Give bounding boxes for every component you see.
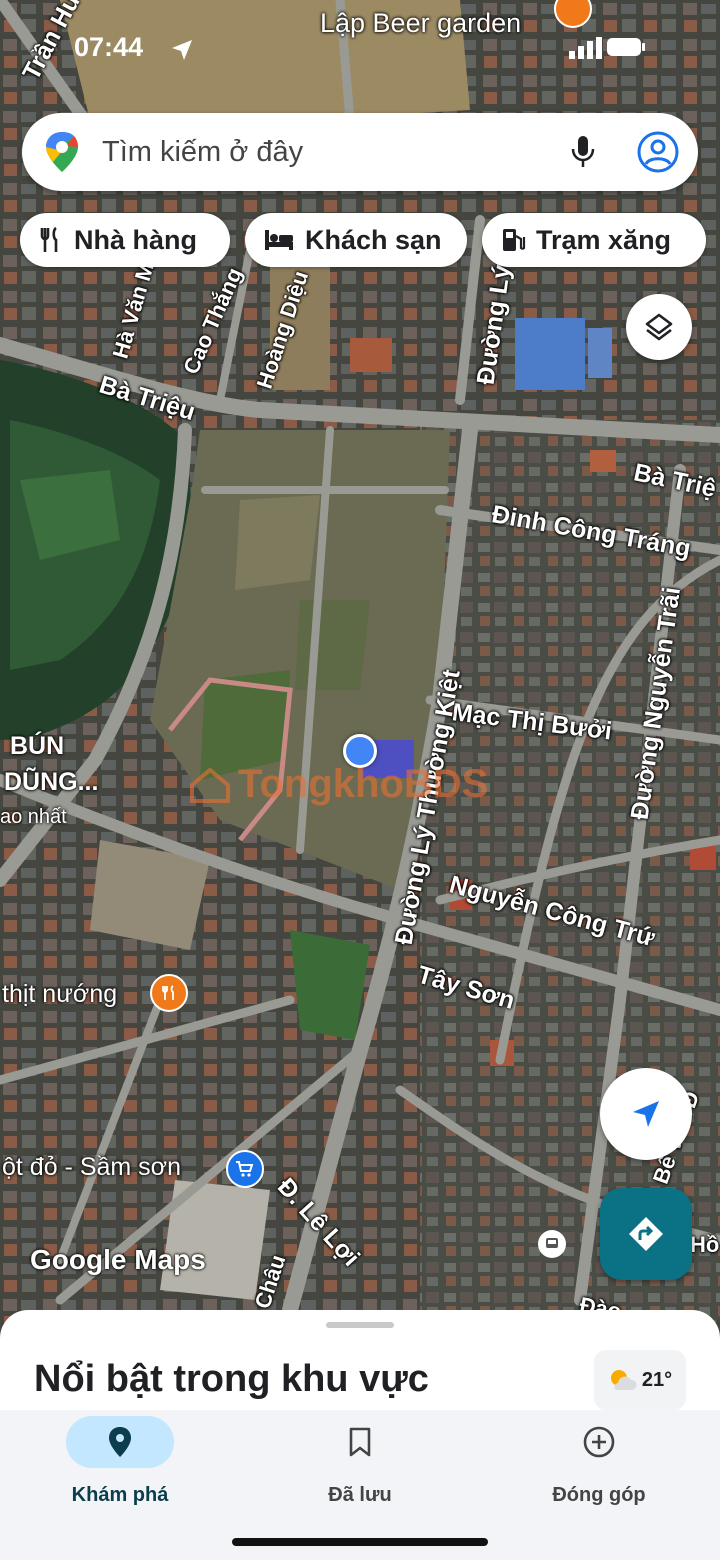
nav-label: Đã lưu	[328, 1484, 392, 1506]
chip-label: Trạm xăng	[536, 224, 672, 255]
status-time: 07:44	[74, 32, 144, 62]
nav-saved[interactable]: Đã lưu	[280, 1416, 440, 1507]
poi-label-thit-nuong[interactable]: thịt nướng	[2, 980, 117, 1009]
google-maps-attribution: Google Maps	[30, 1244, 206, 1275]
house-logo-icon	[190, 766, 230, 803]
poi-label-subtitle: ao nhất	[0, 806, 67, 828]
weather-temperature: 21°	[641, 1368, 673, 1391]
microphone-icon[interactable]	[570, 134, 596, 170]
battery-icon	[607, 38, 645, 56]
signal-bars-icon	[569, 36, 603, 59]
fork-knife-icon	[40, 226, 58, 252]
chip-label: Khách sạn	[305, 224, 442, 255]
sheet-drag-handle[interactable]	[326, 1322, 394, 1328]
explore-bottom-sheet[interactable]: Nổi bật trong khu vực 21°	[0, 1310, 720, 1420]
bus-stop-icon[interactable]	[538, 1230, 566, 1258]
sheet-title: Nổi bật trong khu vực	[34, 1358, 429, 1400]
my-location-button[interactable]	[600, 1068, 692, 1160]
watermark: TongkhoBDS	[188, 762, 488, 807]
nav-label: Đóng góp	[552, 1484, 646, 1506]
bookmark-icon	[349, 1427, 371, 1457]
navigation-arrow-icon	[633, 1101, 659, 1127]
chip-restaurants[interactable]: Nhà hàng	[20, 213, 230, 267]
nav-explore[interactable]: Khám phá	[40, 1416, 200, 1507]
search-input[interactable]: Tìm kiếm ở đây	[102, 136, 570, 169]
bed-icon	[265, 230, 293, 250]
poi-label-dung[interactable]: DŨNG...	[4, 768, 98, 797]
google-maps-logo-icon	[46, 132, 78, 172]
directions-button[interactable]	[600, 1188, 692, 1280]
chip-hotels[interactable]: Khách sạn	[245, 213, 467, 267]
home-indicator[interactable]	[232, 1538, 488, 1546]
nav-icon-wrapper	[545, 1416, 653, 1468]
poi-label-beer-garden[interactable]: Lập Beer garden	[320, 8, 521, 39]
nav-contribute[interactable]: Đóng góp	[519, 1416, 679, 1507]
restaurant-marker-icon[interactable]	[150, 974, 188, 1012]
search-bar[interactable]: Tìm kiếm ở đây	[22, 113, 698, 191]
location-pin-icon	[109, 1427, 131, 1457]
layers-icon	[645, 313, 673, 341]
shopping-cart-marker-icon[interactable]	[226, 1150, 264, 1188]
chip-gas-stations[interactable]: Trạm xăng	[482, 213, 706, 267]
weather-chip[interactable]: 21°	[594, 1350, 686, 1410]
nav-label: Khám phá	[71, 1484, 169, 1506]
nav-active-indicator	[66, 1416, 174, 1468]
layers-button[interactable]	[626, 294, 692, 360]
directions-icon	[629, 1217, 663, 1251]
partly-cloudy-icon	[610, 1370, 637, 1390]
chip-label: Nhà hàng	[74, 224, 198, 255]
poi-label-bun[interactable]: BÚN	[10, 732, 64, 761]
street-label: Hồ	[690, 1232, 720, 1257]
gas-pump-icon	[503, 229, 526, 251]
nav-icon-wrapper	[306, 1416, 414, 1468]
location-arrow-icon	[172, 40, 192, 60]
account-avatar-icon[interactable]	[636, 130, 680, 174]
plus-circle-icon	[583, 1426, 615, 1458]
poi-label-sam-son[interactable]: ột đỏ - Sầm sơn	[2, 1153, 181, 1182]
